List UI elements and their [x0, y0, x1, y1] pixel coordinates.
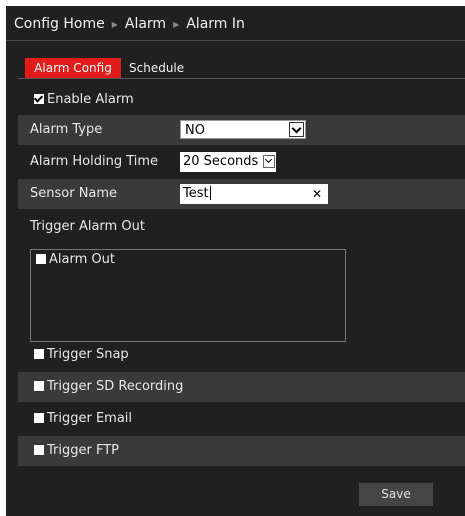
- sensor-name-value: Test: [183, 186, 209, 201]
- enable-alarm-row: Enable Alarm: [18, 85, 465, 115]
- close-icon[interactable]: ✕: [312, 184, 322, 204]
- trigger-snap-row: Trigger Snap: [18, 340, 465, 370]
- tab-alarm-config[interactable]: Alarm Config: [25, 58, 121, 78]
- trigger-sd-recording-label: Trigger SD Recording: [47, 379, 184, 394]
- enable-alarm-label: Enable Alarm: [47, 92, 134, 107]
- breadcrumb-separator-icon: ▶: [111, 19, 118, 29]
- trigger-ftp-checkbox[interactable]: [34, 444, 44, 455]
- trigger-sd-recording-checkbox[interactable]: [34, 380, 44, 391]
- trigger-ftp-row: Trigger FTP: [18, 436, 465, 466]
- alarm-type-row: Alarm Type NO: [18, 115, 465, 145]
- trigger-email-label: Trigger Email: [47, 411, 133, 426]
- sensor-name-row: Sensor Name Test ✕: [18, 179, 465, 209]
- alarm-out-label: Alarm Out: [49, 252, 115, 267]
- trigger-sd-recording-row: Trigger SD Recording: [18, 372, 465, 402]
- trigger-alarm-out-label: Trigger Alarm Out: [30, 219, 145, 234]
- breadcrumb-alarm-in: Alarm In: [186, 16, 245, 32]
- tab-divider: [18, 78, 465, 79]
- breadcrumb-divider: [6, 40, 465, 41]
- sensor-name-input[interactable]: Test ✕: [180, 184, 328, 204]
- trigger-ftp-label: Trigger FTP: [47, 443, 119, 458]
- save-button[interactable]: Save: [359, 483, 433, 506]
- holding-time-value: 20 Seconds: [183, 154, 259, 169]
- alarm-type-value: NO: [185, 123, 205, 138]
- alarm-type-select[interactable]: NO: [180, 120, 306, 139]
- chevron-down-icon[interactable]: [289, 122, 304, 137]
- trigger-snap-checkbox[interactable]: [34, 348, 44, 359]
- list-item: Alarm Out: [36, 252, 115, 267]
- sensor-name-label: Sensor Name: [30, 186, 118, 201]
- breadcrumb: Config Home ▶ Alarm ▶ Alarm In: [14, 16, 245, 32]
- trigger-email-row: Trigger Email: [18, 404, 465, 434]
- enable-alarm-checkbox[interactable]: [34, 93, 44, 104]
- trigger-alarm-out-row: Trigger Alarm Out: [18, 212, 465, 242]
- tab-schedule[interactable]: Schedule: [129, 58, 184, 78]
- trigger-snap-label: Trigger Snap: [47, 347, 129, 362]
- alarm-out-checkbox[interactable]: [36, 253, 46, 264]
- alarm-in-panel: Config Home ▶ Alarm ▶ Alarm In Alarm Con…: [6, 6, 465, 516]
- trigger-email-checkbox[interactable]: [34, 412, 44, 423]
- alarm-out-list: Alarm Out: [30, 249, 346, 342]
- chevron-down-icon[interactable]: [263, 155, 275, 168]
- holding-time-label: Alarm Holding Time: [30, 154, 159, 169]
- breadcrumb-separator-icon: ▶: [173, 19, 180, 29]
- alarm-type-label: Alarm Type: [30, 122, 103, 137]
- holding-time-select[interactable]: 20 Seconds: [180, 152, 276, 172]
- text-caret: [209, 185, 211, 200]
- holding-time-row: Alarm Holding Time 20 Seconds: [18, 147, 465, 177]
- breadcrumb-config-home[interactable]: Config Home: [14, 16, 105, 32]
- breadcrumb-alarm[interactable]: Alarm: [125, 16, 166, 32]
